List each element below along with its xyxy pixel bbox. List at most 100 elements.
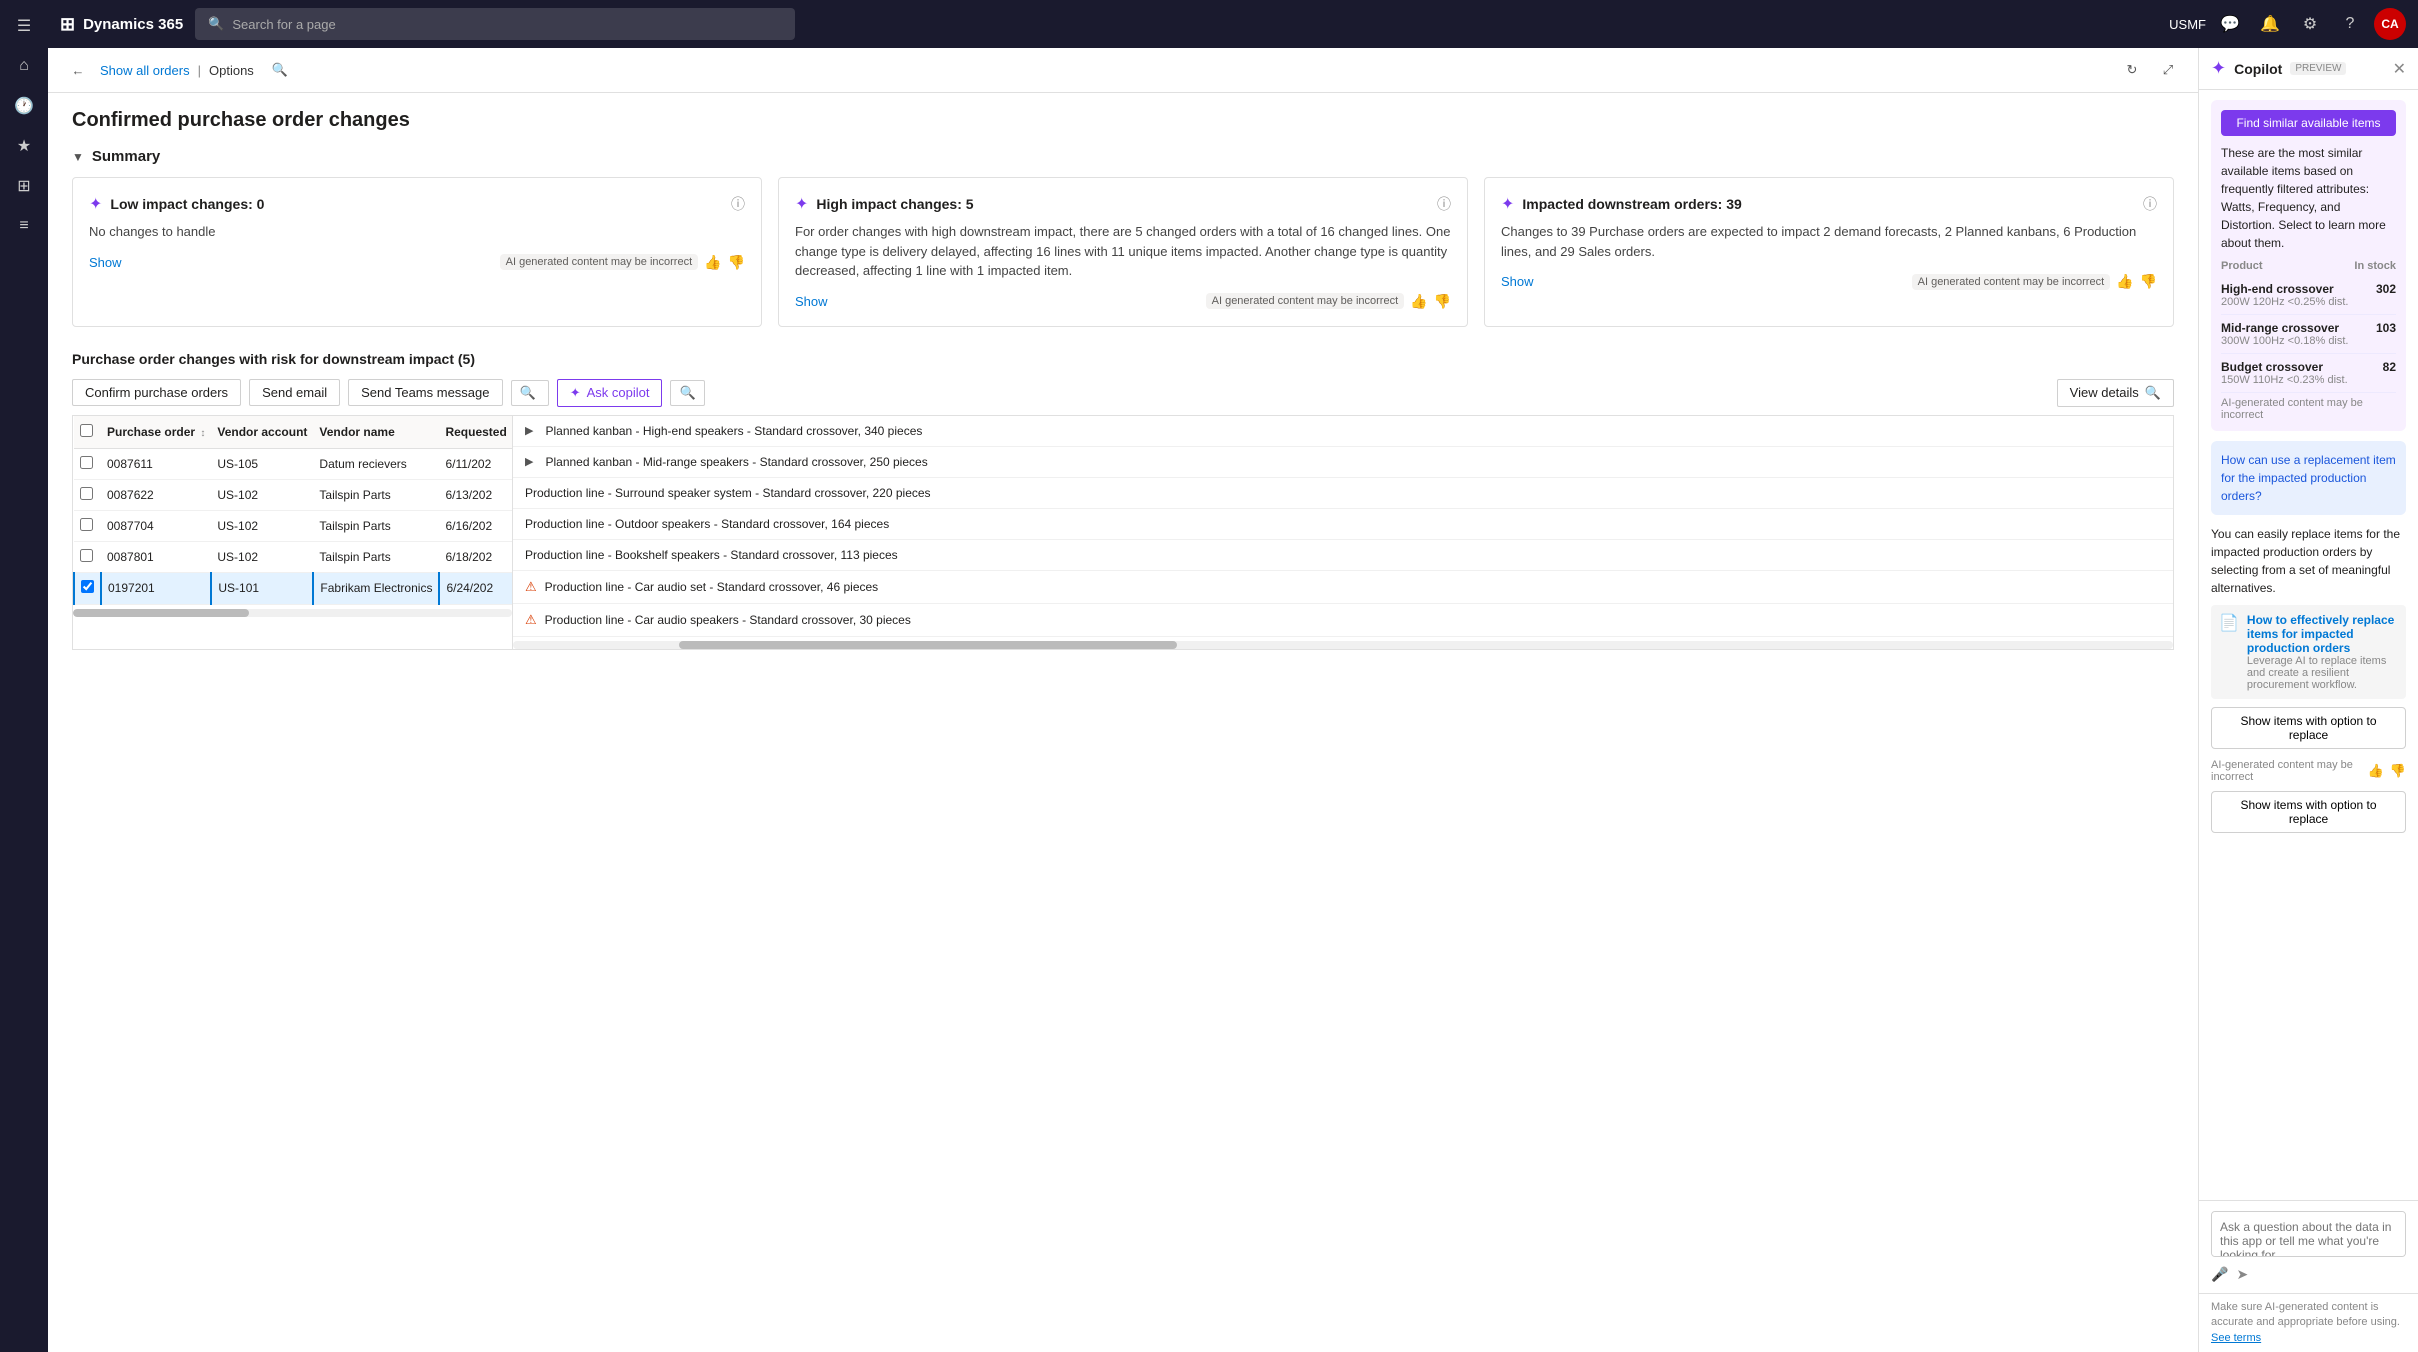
sort-arrow[interactable]: ↕	[200, 428, 205, 439]
find-similar-button[interactable]: Find similar available items	[2221, 110, 2396, 136]
confirm-orders-button[interactable]: Confirm purchase orders	[72, 379, 241, 406]
checkbox-header[interactable]	[74, 416, 101, 449]
high-impact-show[interactable]: Show	[795, 294, 828, 309]
table-row[interactable]: 0087704 US-102 Tailspin Parts 6/16/202	[74, 510, 513, 541]
product-spec-3: 150W 110Hz <0.23% dist.	[2221, 374, 2348, 386]
copilot-article[interactable]: 📄 How to effectively replace items for i…	[2211, 605, 2406, 699]
right-panel-row-7[interactable]: ⚠ Production line - Car audio speakers -…	[513, 604, 2173, 637]
sidebar-item-recent[interactable]: 🕐	[6, 88, 42, 124]
refresh-icon[interactable]: ↻	[2118, 56, 2146, 84]
product-stock-3: 82	[2383, 360, 2396, 374]
table-row-selected[interactable]: 0197201 US-101 Fabrikam Electronics 6/24…	[74, 572, 513, 604]
page-scroll: ▼ Summary ✦ Low impact changes: 0 ⓘ	[48, 140, 2198, 1352]
sidebar-item-home[interactable]: ⌂	[6, 48, 42, 84]
sidebar-item-pinned[interactable]: ★	[6, 128, 42, 164]
back-button[interactable]: ←	[64, 56, 92, 84]
table-row[interactable]: 0087611 US-105 Datum recievers 6/11/202	[74, 448, 513, 479]
copilot-question[interactable]: How can use a replacement item for the i…	[2211, 441, 2406, 515]
thumbup-icon-downstream[interactable]: 👍	[2116, 273, 2133, 290]
user-avatar[interactable]: CA	[2374, 8, 2406, 40]
table-row[interactable]: 0087622 US-102 Tailspin Parts 6/13/202	[74, 479, 513, 510]
thumbdown-feedback-icon[interactable]: 👎	[2390, 763, 2406, 779]
split-table: Purchase order ↕ Vendor account Vendor n…	[72, 415, 2174, 650]
row-checkbox[interactable]	[80, 549, 93, 562]
sidebar-item-list[interactable]: ≡	[6, 208, 42, 244]
products-header-product: Product	[2221, 260, 2263, 272]
right-horizontal-scrollbar[interactable]	[513, 641, 2173, 649]
show-items-button[interactable]: Show items with option to replace	[2211, 707, 2406, 749]
copilot-answer-section: You can easily replace items for the imp…	[2211, 525, 2406, 833]
row-checkbox[interactable]	[80, 456, 93, 469]
info-icon-downstream[interactable]: ⓘ	[2143, 194, 2157, 214]
thumbdown-icon-high[interactable]: 👎	[1434, 293, 1451, 310]
copilot-input-area: 🎤 ➤	[2199, 1200, 2418, 1293]
thumbup-icon-low[interactable]: 👍	[704, 254, 721, 271]
fullscreen-icon[interactable]: ⤢	[2154, 56, 2182, 84]
thumbup-feedback-icon[interactable]: 👍	[2368, 763, 2384, 779]
ai-badge-downstream: AI generated content may be incorrect	[1912, 274, 2111, 290]
product-row-3[interactable]: Budget crossover 150W 110Hz <0.23% dist.…	[2221, 354, 2396, 393]
summary-section-header[interactable]: ▼ Summary	[72, 140, 2174, 165]
help-icon[interactable]: ?	[2334, 8, 2366, 40]
horizontal-scrollbar[interactable]	[73, 609, 512, 617]
thumbdown-icon-low[interactable]: 👎	[728, 254, 745, 271]
cell-requested: 6/13/202	[439, 479, 512, 510]
settings-icon[interactable]: ⚙	[2294, 8, 2326, 40]
expander-icon[interactable]: ▶	[525, 424, 533, 437]
copilot-input-icons: 🎤 ➤	[2211, 1266, 2406, 1283]
info-icon-low[interactable]: ⓘ	[731, 194, 745, 214]
right-panel-row-4[interactable]: Production line - Outdoor speakers - Sta…	[513, 509, 2173, 540]
copilot-input[interactable]	[2211, 1211, 2406, 1257]
send-teams-button[interactable]: Send Teams message	[348, 379, 502, 406]
copilot-header: ✦ Copilot PREVIEW ✕	[2199, 48, 2418, 90]
right-panel-row-2[interactable]: ▶ Planned kanban - Mid-range speakers - …	[513, 447, 2173, 478]
expander-icon[interactable]: ▶	[525, 455, 533, 468]
product-list-header: Product In stock	[2221, 260, 2396, 272]
product-row-2[interactable]: Mid-range crossover 300W 100Hz <0.18% di…	[2221, 315, 2396, 354]
right-row-text: Production line - Bookshelf speakers - S…	[525, 548, 898, 562]
low-impact-show[interactable]: Show	[89, 255, 122, 270]
product-row-1[interactable]: High-end crossover 200W 120Hz <0.25% dis…	[2221, 276, 2396, 315]
right-row-text: Production line - Car audio set - Standa…	[545, 580, 879, 594]
info-icon-high[interactable]: ⓘ	[1437, 194, 1451, 214]
col-purchase-order: Purchase order ↕	[101, 416, 211, 449]
right-panel-row-5[interactable]: Production line - Bookshelf speakers - S…	[513, 540, 2173, 571]
microphone-icon[interactable]: 🎤	[2211, 1266, 2228, 1283]
show-all-orders-link[interactable]: Show all orders	[100, 63, 190, 78]
thumbup-icon-high[interactable]: 👍	[1410, 293, 1427, 310]
ai-badge-high: AI generated content may be incorrect	[1206, 293, 1405, 309]
thumbdown-icon-downstream[interactable]: 👎	[2140, 273, 2157, 290]
select-all-checkbox[interactable]	[80, 424, 93, 437]
product-stock-1: 302	[2376, 282, 2396, 296]
sidebar-item-menu[interactable]: ☰	[6, 8, 42, 44]
right-panel-row-1[interactable]: ▶ Planned kanban - High-end speakers - S…	[513, 416, 2173, 447]
row-checkbox[interactable]	[80, 518, 93, 531]
send-icon[interactable]: ➤	[2236, 1266, 2248, 1283]
cell-vendor-acc: US-101	[211, 572, 313, 604]
warning-icon-row-2: ⚠	[525, 612, 537, 628]
send-email-button[interactable]: Send email	[249, 379, 340, 406]
row-checkbox[interactable]	[81, 580, 94, 593]
disclaimer-link[interactable]: See terms	[2211, 1332, 2261, 1344]
downstream-show[interactable]: Show	[1501, 274, 1534, 289]
table-search[interactable]: 🔍	[511, 380, 549, 406]
show-items-button-2[interactable]: Show items with option to replace	[2211, 791, 2406, 833]
right-panel-row-3[interactable]: Production line - Surround speaker syste…	[513, 478, 2173, 509]
copilot-search[interactable]: 🔍	[670, 380, 704, 406]
sidebar-item-dashboard[interactable]: ⊞	[6, 168, 42, 204]
table-row[interactable]: 0087801 US-102 Tailspin Parts 6/18/202	[74, 541, 513, 572]
view-details-button[interactable]: View details 🔍	[2057, 379, 2174, 407]
sparkle-icon: ✦	[89, 194, 102, 214]
help-copilot-icon[interactable]: 💬	[2214, 8, 2246, 40]
options-link[interactable]: Options	[209, 63, 254, 78]
ask-copilot-button[interactable]: ✦ Ask copilot	[557, 379, 663, 407]
right-panel-row-6[interactable]: ⚠ Production line - Car audio set - Stan…	[513, 571, 2173, 604]
copilot-section-desc: These are the most similar available ite…	[2221, 144, 2396, 252]
row-checkbox[interactable]	[80, 487, 93, 500]
close-icon[interactable]: ✕	[2393, 59, 2406, 79]
search-bar[interactable]: 🔍 Search for a page	[195, 8, 795, 40]
article-title[interactable]: How to effectively replace items for imp…	[2247, 613, 2398, 655]
table-toolbar: Confirm purchase orders Send email Send …	[72, 379, 2174, 407]
search-page-icon[interactable]: 🔍	[266, 56, 294, 84]
notifications-icon[interactable]: 🔔	[2254, 8, 2286, 40]
